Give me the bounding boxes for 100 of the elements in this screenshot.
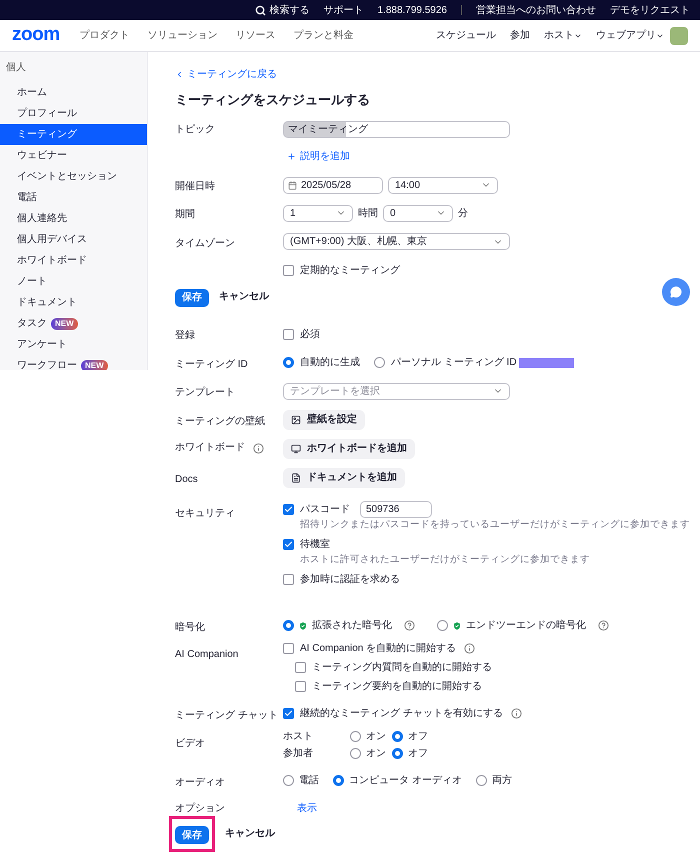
radio-button[interactable] [350,748,361,759]
plus-icon [287,152,296,161]
top-link[interactable]: デモをリクエスト [610,2,690,18]
radio-button[interactable] [283,620,294,631]
field-label: AI Companion [175,648,238,660]
sidebar-item[interactable]: ミーティング [0,124,147,145]
hint-text: ホストに許可されたユーザーだけがミーティングに参加できます [299,553,591,568]
sidebar-item[interactable]: ドキュメント [0,292,147,313]
sidebar-item[interactable]: タスク NEW [0,313,147,334]
nav-link[interactable]: ホスト [544,28,582,43]
sidebar-item[interactable]: ウェビナー [0,145,147,166]
date-field[interactable]: 2025/05/28 [283,176,383,194]
radio-button[interactable] [283,357,294,368]
add-button[interactable]: ドキュメントを追加 [283,468,405,488]
sidebar-item[interactable]: ホワイトボード [0,250,147,271]
logo[interactable]: zoom [12,21,60,50]
nav-link[interactable]: プロダクト [80,28,130,43]
radio-label: 自動的に生成 [300,356,360,370]
save-button[interactable]: 保存 [175,826,209,844]
field-label: タイムゾーン [175,238,235,248]
checkbox[interactable] [295,662,306,672]
nav-link[interactable]: プランと料金 [294,28,354,43]
sub-label: ホスト [283,730,314,744]
select-field[interactable]: 0 [383,204,453,222]
nav-link[interactable]: リソース [236,28,276,43]
radio-button[interactable] [437,620,448,631]
nav-link[interactable]: ソリューション [148,28,218,43]
monitor-icon [291,444,301,454]
chat-icon [670,286,682,298]
calendar-icon [288,180,297,190]
radio-button[interactable] [476,775,487,786]
field-label: トピック [175,124,215,135]
checkbox[interactable] [283,708,294,719]
radio-label: 電話 [299,774,319,788]
back-link[interactable]: ミーティングに戻る [175,66,700,82]
radio-label: 両方 [492,774,512,788]
radio-button[interactable] [350,731,361,742]
top-link[interactable]: 営業担当へのお問い合わせ [476,2,596,18]
show-link[interactable]: 表示 [283,802,317,814]
sidebar-item[interactable]: 電話 [0,187,147,208]
field-label: 暗号化 [175,622,205,632]
new-badge: NEW [51,318,78,330]
nav-link[interactable]: ウェブアプリ [596,28,664,43]
field-label: オーディオ [175,776,225,788]
sidebar-item[interactable]: イベントとセッション [0,166,147,187]
sidebar-item[interactable]: ホーム [0,82,147,103]
cancel-button[interactable]: キャンセル [215,287,273,305]
avatar-photo-placeholder[interactable] [670,26,688,44]
sidebar-item[interactable]: アンケート [0,334,147,355]
radio-button[interactable] [392,731,403,742]
chat-bubble-button[interactable] [662,278,690,306]
checkbox-label: 継続的なミーティング チャットを有効にする [300,706,503,721]
checkbox-label: 参加時に認証を求める [300,572,400,587]
sidebar-item[interactable]: 個人連絡先 [0,208,147,229]
top-link[interactable]: 1.888.799.5926 [377,2,447,18]
add-description-link[interactable]: 説明を追加 [283,149,700,164]
sidebar-item[interactable]: ノート [0,271,147,292]
field-label: ミーティングの壁紙 [175,416,265,426]
radio-button[interactable] [283,775,294,786]
info-icon[interactable] [253,443,264,454]
checkbox[interactable] [283,328,294,340]
section-label: 個人 [6,60,26,74]
select-field[interactable]: テンプレートを選択 [283,382,510,400]
info-icon[interactable] [510,708,522,719]
search-link[interactable]: 検索する [255,2,310,18]
save-button[interactable]: 保存 [175,288,209,306]
checkbox[interactable] [295,680,306,692]
field-label: Docs [175,474,198,484]
radio-button[interactable] [374,357,385,368]
top-link[interactable]: サポート [323,2,364,18]
sidebar-item[interactable]: プロフィール [0,103,147,124]
checkbox-label: 必須 [300,328,320,342]
add-button[interactable]: ホワイトボードを追加 [283,438,415,458]
info-icon[interactable] [464,642,476,654]
select-field[interactable]: 1 [283,204,353,222]
topic-input-field[interactable]: マイミーティング [283,120,510,138]
field-label: ミーティング チャット [175,710,278,720]
checkbox[interactable] [283,504,294,514]
sidebar-item[interactable]: 個人用デバイス [0,229,147,250]
select-field[interactable]: (GMT+9:00) 大阪、札幌、東京 [283,233,510,250]
cancel-button[interactable]: キャンセル [221,824,279,842]
passcode-input-field[interactable]: 509736 [360,500,432,518]
radio-label: コンピュータ オーディオ [349,774,462,788]
checkbox[interactable] [283,264,294,276]
nav-link[interactable]: スケジュール [436,28,496,43]
select-field[interactable]: 14:00 [388,176,498,194]
help-icon[interactable] [598,620,609,631]
sidebar-item[interactable]: ワークフロー NEW [0,355,147,370]
checkbox[interactable] [283,642,294,654]
radio-label: オフ [408,747,428,761]
radio-button[interactable] [333,775,344,786]
add-button[interactable]: 壁紙を設定 [283,410,365,430]
checkbox[interactable] [283,574,294,585]
radio-button[interactable] [392,748,403,759]
checkbox-label: 定期的なミーティング [300,264,400,278]
checkbox[interactable] [283,538,294,550]
nav-link[interactable]: 参加 [510,28,530,43]
field-label: ビデオ [175,738,205,748]
help-icon[interactable] [404,620,415,631]
unit-label: 時間 [358,206,378,220]
